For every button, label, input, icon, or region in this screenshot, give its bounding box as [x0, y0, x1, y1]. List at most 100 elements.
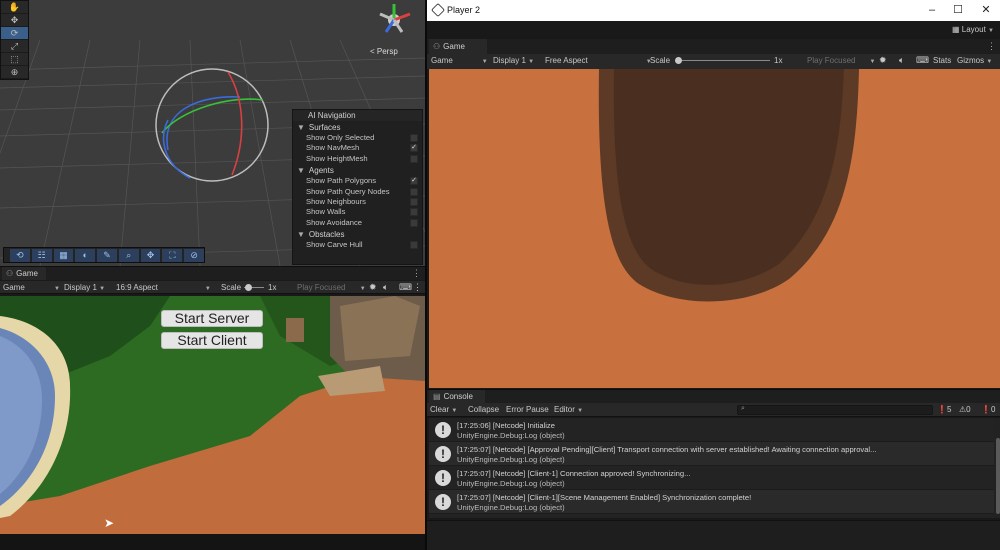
error-pause-toggle[interactable]: Error Pause: [506, 403, 549, 416]
scale-slider-knob[interactable]: [675, 57, 682, 64]
ai-nav-group-surfaces[interactable]: ▼ Surfaces: [293, 122, 422, 133]
warning-count[interactable]: ⚠0: [959, 405, 971, 415]
start-client-button[interactable]: Start Client: [161, 332, 263, 349]
hand-tool-icon[interactable]: ✋: [1, 1, 28, 14]
player2-game-toolbar: Game ▼ Display 1 ▼ Free Aspect ▼ Scale 1x …: [427, 54, 1000, 69]
tab-game-left[interactable]: ⚇ Game: [2, 267, 46, 281]
stats-icon[interactable]: ⋮: [413, 281, 422, 294]
console-icon: ▤: [433, 392, 441, 401]
mode-dropdown[interactable]: Game ▼: [431, 54, 488, 67]
rotate-tool-icon[interactable]: ⟳: [1, 27, 28, 40]
mode-dropdown[interactable]: Game ▼: [3, 281, 60, 294]
play-mode-dropdown[interactable]: Play Focused ▼: [297, 281, 366, 294]
option-checkbox[interactable]: ✓: [410, 177, 418, 186]
log-message: [17:25:06] [Netcode] Initialize: [457, 421, 555, 430]
error-count[interactable]: ❗0: [981, 405, 995, 415]
scene-overlay-toolbar: ⟲ ☷ ▦ ◐ ✎ ⌕ ✥ ⛶ ⊘: [3, 247, 205, 263]
option-checkbox[interactable]: ✓: [410, 144, 418, 153]
start-server-button[interactable]: Start Server: [161, 310, 263, 327]
compass-icon[interactable]: ⊘: [184, 248, 205, 262]
option-checkbox[interactable]: [410, 197, 418, 206]
search-icon: ⌕: [741, 405, 745, 412]
option-checkbox[interactable]: [410, 154, 418, 163]
aspect-dropdown[interactable]: 16:9 Aspect ▼: [116, 281, 211, 294]
audio-icon[interactable]: 🔈︎: [383, 281, 388, 294]
scale-value: 1x: [774, 56, 783, 65]
keyboard-icon[interactable]: ⌨: [399, 281, 412, 294]
gizmos-dropdown[interactable]: Gizmos ▼: [957, 54, 992, 67]
left-game-view[interactable]: Start Server Start Client ➤: [0, 296, 425, 550]
option-checkbox[interactable]: [410, 218, 418, 227]
tab-console[interactable]: ▤ Console: [429, 390, 485, 404]
move-icon[interactable]: ✥: [140, 248, 161, 262]
stats-toggle[interactable]: Stats: [933, 54, 951, 67]
clear-dropdown[interactable]: Clear ▼: [430, 403, 457, 416]
display-dropdown[interactable]: Display 1 ▼: [64, 281, 105, 294]
bake-icon[interactable]: ▦: [53, 248, 74, 262]
aspect-dropdown[interactable]: Free Aspect ▼: [545, 54, 652, 67]
option-checkbox[interactable]: [410, 208, 418, 217]
log-entry[interactable]: ! [17:25:07] [Netcode] [Approval Pending]…: [429, 442, 994, 466]
left-game-toolbar: Game ▼ Display 1 ▼ 16:9 Aspect ▼ Scale 1x…: [0, 280, 425, 294]
ai-nav-group-agents[interactable]: ▼ Agents: [293, 165, 422, 176]
audio-icon[interactable]: 🔈︎: [899, 54, 904, 67]
more-options-icon[interactable]: ⋮: [412, 268, 421, 279]
console-scrollbar[interactable]: [994, 418, 1000, 518]
agent-icon[interactable]: ⛶: [162, 248, 183, 262]
layout-dropdown[interactable]: ▦ Layout ▼: [952, 25, 994, 34]
scale-slider[interactable]: [675, 60, 770, 61]
minimize-icon[interactable]: –: [920, 3, 944, 17]
rect-tool-icon[interactable]: ⬚: [1, 53, 28, 66]
scale-tool-icon[interactable]: ⤢: [1, 40, 28, 53]
keyboard-icon[interactable]: ⌨: [916, 54, 929, 67]
ai-nav-option: Show Only Selected: [293, 133, 422, 143]
brush-icon[interactable]: ✎: [97, 248, 117, 262]
collapse-toggle[interactable]: Collapse: [468, 403, 499, 416]
half-circle-icon[interactable]: ◐: [75, 248, 96, 262]
display-dropdown[interactable]: Display 1 ▼: [493, 54, 534, 67]
tab-game-right[interactable]: ⚇ Game: [429, 39, 487, 54]
option-checkbox[interactable]: [410, 241, 418, 250]
log-entry[interactable]: ! [17:25:06] [Netcode] Initialize UnityEng…: [429, 418, 994, 442]
console-search-input[interactable]: ⌕: [737, 405, 933, 415]
layers-icon[interactable]: ☷: [31, 248, 52, 262]
transform-tool-icon[interactable]: ⊕: [1, 66, 28, 79]
option-label: Show Walls: [306, 207, 346, 217]
maximize-icon[interactable]: ☐: [946, 3, 970, 17]
log-entry[interactable]: ! [17:25:07] [Netcode] [Client-1][Scene M…: [429, 490, 994, 514]
scale-label: Scale: [650, 56, 671, 65]
player2-titlebar[interactable]: Player 2 – ☐ ✕: [427, 0, 1000, 21]
group-label: Obstacles: [308, 230, 345, 240]
log-message: [17:25:07] [Netcode] [Approval Pending][…: [457, 445, 877, 454]
option-checkbox[interactable]: [410, 134, 418, 142]
orientation-gizmo-icon[interactable]: [366, 0, 422, 42]
ai-nav-group-obstacles[interactable]: ▼ Obstacles: [293, 229, 422, 240]
right-game-view[interactable]: [429, 69, 1000, 388]
bug-icon[interactable]: ✹: [879, 54, 887, 67]
persp-label[interactable]: < Persp: [370, 47, 398, 56]
play-mode-dropdown[interactable]: Play Focused ▼: [807, 54, 875, 67]
player2-tabstrip: ⚇ Game ⋮: [427, 39, 1000, 54]
foldout-triangle-icon: ▼: [297, 123, 305, 132]
log-count[interactable]: ❗5: [937, 405, 951, 415]
search-icon[interactable]: ⌕: [118, 248, 139, 262]
log-entry[interactable]: ! [17:25:07] [Netcode] [Client-1] Connect…: [429, 466, 994, 490]
ai-nav-option: Show Path Query Nodes: [293, 187, 422, 197]
scale-slider-knob[interactable]: [245, 284, 252, 291]
cycle-icon[interactable]: ⟲: [10, 248, 30, 262]
scrollbar-thumb[interactable]: [996, 438, 1000, 514]
info-icon: !: [435, 446, 451, 462]
option-checkbox[interactable]: [410, 187, 418, 196]
layout-grid-icon: ▦: [952, 25, 962, 34]
option-label: Show Path Query Nodes: [306, 186, 390, 196]
ai-navigation-overlay: AI Navigation ▼ Surfaces Show Only Selecte…: [292, 109, 423, 265]
move-tool-icon[interactable]: ✥: [1, 14, 28, 27]
close-icon[interactable]: ✕: [974, 3, 998, 17]
scale-label: Scale: [221, 283, 242, 292]
bug-icon[interactable]: ✹: [369, 281, 377, 294]
more-options-icon[interactable]: ⋮: [987, 41, 996, 52]
ai-navigation-title[interactable]: AI Navigation: [293, 110, 422, 121]
editor-dropdown[interactable]: Editor ▼: [554, 403, 583, 416]
scene-view[interactable]: ✋ ✥ ⟳ ⤢ ⬚ ⊕ < Persp AI Navigation ▼ Surfa…: [0, 0, 425, 266]
info-icon: !: [435, 470, 451, 486]
